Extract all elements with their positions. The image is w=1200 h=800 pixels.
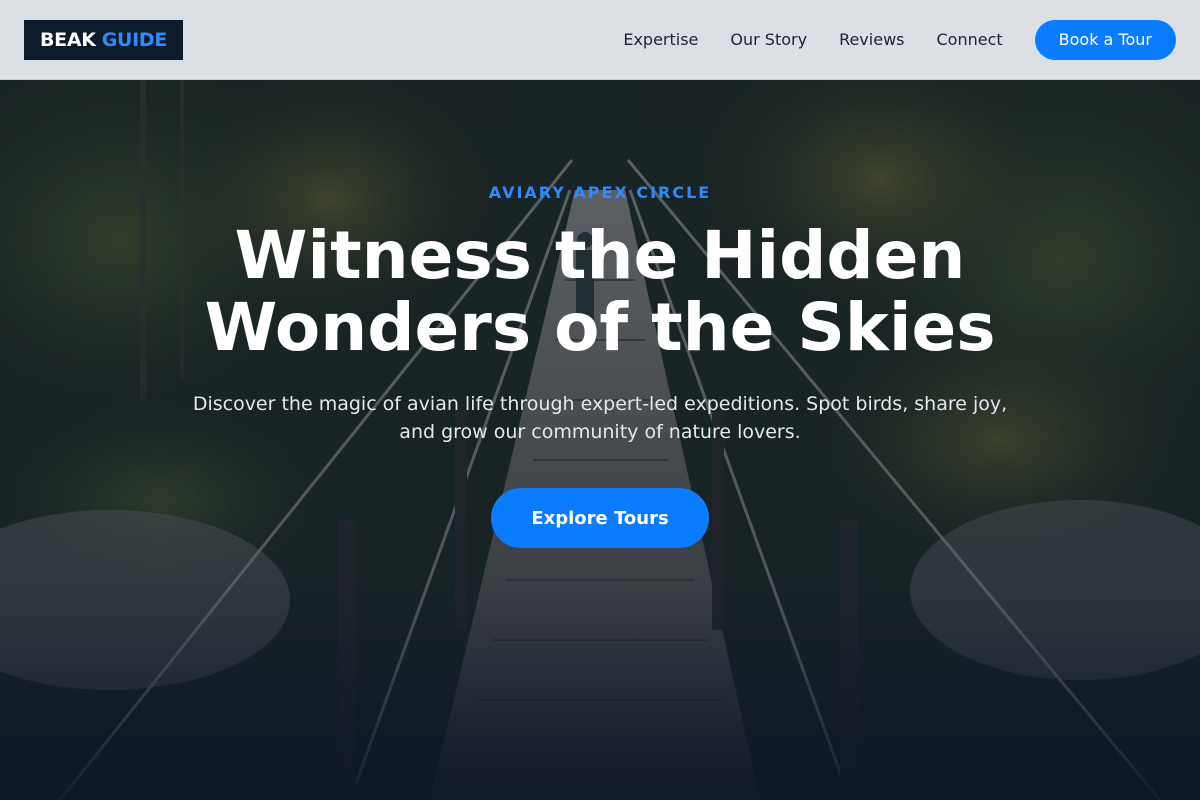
nav-link-expertise[interactable]: Expertise <box>623 30 698 49</box>
hero-section: AVIARY APEX CIRCLE Witness the Hidden Wo… <box>0 80 1200 800</box>
brand-word-1: BEAK <box>40 28 96 51</box>
book-tour-button[interactable]: Book a Tour <box>1034 19 1176 60</box>
hero-headline: Witness the Hidden Wonders of the Skies <box>204 217 996 366</box>
brand-word-2: GUIDE <box>101 28 168 51</box>
hero-eyebrow: AVIARY APEX CIRCLE <box>488 183 712 202</box>
nav-link-connect[interactable]: Connect <box>936 30 1002 49</box>
hero-content: AVIARY APEX CIRCLE Witness the Hidden Wo… <box>0 80 1200 800</box>
main-nav: Expertise Our Story Reviews Connect Book… <box>623 19 1176 60</box>
nav-link-our-story[interactable]: Our Story <box>730 30 807 49</box>
brand-logo[interactable]: BEAK GUIDE <box>24 19 184 60</box>
navbar: BEAK GUIDE Expertise Our Story Reviews C… <box>0 0 1200 80</box>
hero-subheading: Discover the magic of avian life through… <box>192 393 1008 443</box>
nav-link-reviews[interactable]: Reviews <box>839 30 904 49</box>
explore-tours-button[interactable]: Explore Tours <box>491 488 709 548</box>
